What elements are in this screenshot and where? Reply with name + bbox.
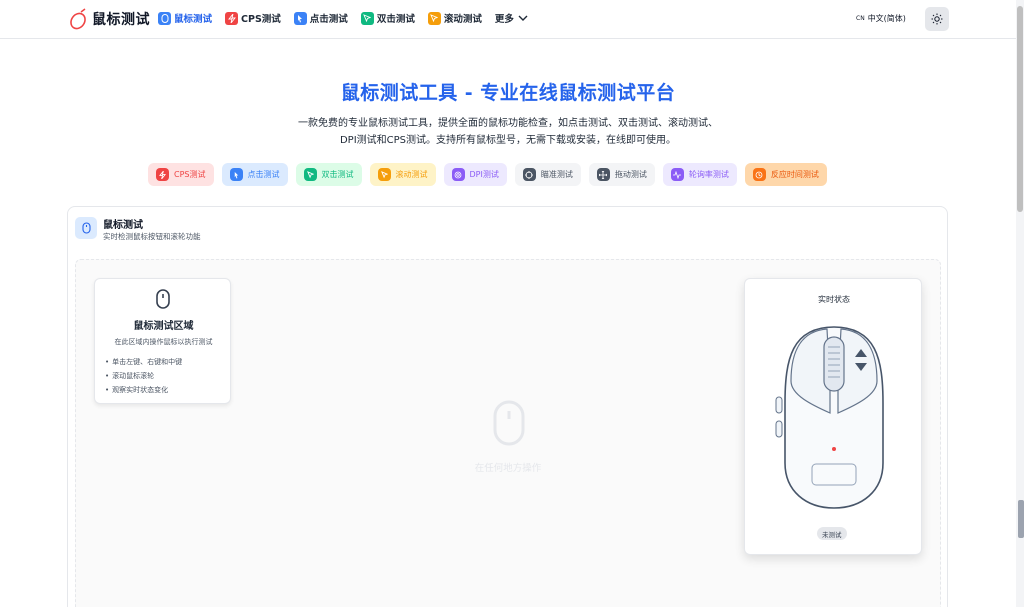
- mouse-test-card: 鼠标测试 实时检测鼠标按钮和滚轮功能 鼠标测试区域 在此区域内操作鼠标以执行测试…: [67, 206, 948, 607]
- pointer-icon: [293, 11, 307, 25]
- nav-label: 鼠标测试: [174, 14, 213, 25]
- site-logo[interactable]: 鼠标测试: [68, 8, 150, 30]
- page-title: 鼠标测试工具 - 专业在线鼠标测试平台: [340, 82, 676, 104]
- zap-icon: [225, 11, 239, 25]
- nav-click-test[interactable]: 点击测试: [293, 11, 348, 25]
- page-scrollbar[interactable]: [1016, 0, 1024, 607]
- chip-cps-test[interactable]: CPS测试: [148, 163, 214, 186]
- page-description: 一款免费的专业鼠标测试工具，提供全面的鼠标功能检查，如点击测试、双击测试、滚动测…: [250, 115, 766, 149]
- target-icon: [451, 168, 465, 181]
- chip-label: CPS测试: [174, 170, 206, 179]
- mouse-palm-panel: [811, 463, 857, 486]
- chip-reaction-time-test[interactable]: 反应时间测试: [744, 163, 827, 186]
- pointer-icon: [229, 168, 243, 181]
- chip-label: 滚动测试: [395, 170, 428, 179]
- scrollbar-thumb[interactable]: [1017, 6, 1023, 212]
- list-item: 观察实时状态变化: [105, 383, 182, 397]
- move-icon: [596, 168, 610, 181]
- list-item: 滚动鼠标滚轮: [105, 369, 182, 383]
- nav-double-click-test[interactable]: 双击测试: [360, 11, 415, 25]
- tool-chips: CPS测试 点击测试 双击测试 滚动测试 DPI测试 瞄准测试 拖动测试 轮询率…: [148, 163, 827, 186]
- nav-scroll-test[interactable]: 滚动测试: [427, 11, 482, 25]
- cursor-icon: [377, 168, 391, 181]
- mouse-logo-icon: [70, 8, 86, 30]
- logo-text: 鼠标测试: [92, 12, 150, 28]
- nav-label: 滚动测试: [443, 14, 482, 25]
- cursor-icon: [360, 11, 374, 25]
- nav-mouse-test[interactable]: 鼠标测试: [158, 11, 212, 25]
- status-badge: 未测试: [817, 527, 847, 540]
- chip-label: 瞄准测试: [540, 170, 573, 179]
- nav-more-dropdown[interactable]: 更多: [495, 11, 528, 25]
- live-status-panel: 实时状态 未测试: [744, 278, 922, 555]
- main-nav: 鼠标测试 CPS测试 点击测试 双击测试 滚动测试 更多: [158, 11, 528, 25]
- card-title: 鼠标测试: [103, 220, 143, 231]
- side-button-forward[interactable]: [775, 396, 783, 414]
- nav-label: 点击测试: [309, 14, 348, 25]
- activity-icon: [670, 168, 684, 181]
- language-label: 中文(简体): [867, 14, 906, 23]
- nav-cps-test[interactable]: CPS测试: [225, 11, 281, 25]
- nav-more-label: 更多: [494, 14, 514, 25]
- description-line: DPI测试和CPS测试。支持所有鼠标型号，无需下载或安装，在线即可使用。: [339, 135, 677, 146]
- chip-drag-test[interactable]: 拖动测试: [588, 163, 655, 186]
- chevron-down-icon: [518, 15, 528, 21]
- mouse-icon: [158, 11, 171, 25]
- scroll-wheel[interactable]: [823, 336, 845, 392]
- list-item: 单击左键、右键和中键: [105, 355, 182, 369]
- top-navbar: 鼠标测试 鼠标测试 CPS测试 点击测试 双击测试 滚动测试 更多 CN 中文(…: [0, 0, 1016, 39]
- mouse-icon: [156, 289, 170, 309]
- side-button-back[interactable]: [775, 420, 783, 438]
- description-line: 一款免费的专业鼠标测试工具，提供全面的鼠标功能检查，如点击测试、双击测试、滚动测…: [298, 118, 718, 129]
- status-title: 实时状态: [818, 295, 850, 304]
- side-tab[interactable]: [1018, 500, 1024, 538]
- card-subtitle: 实时检测鼠标按钮和滚轮功能: [103, 232, 201, 241]
- cursor-icon: [427, 11, 441, 25]
- info-subtitle: 在此区域内操作鼠标以执行测试: [114, 338, 213, 346]
- chip-label: DPI测试: [469, 170, 499, 179]
- placeholder-text: 在任何地方操作: [474, 463, 542, 474]
- chip-label: 反应时间测试: [770, 170, 819, 179]
- theme-toggle-button[interactable]: [925, 7, 949, 31]
- chip-label: 轮询率测试: [688, 170, 729, 179]
- chip-label: 点击测试: [247, 170, 280, 179]
- chip-click-test[interactable]: 点击测试: [221, 163, 288, 186]
- chip-label: 双击测试: [321, 170, 354, 179]
- nav-label: 双击测试: [376, 14, 415, 25]
- clock-icon: [752, 168, 766, 181]
- nav-label: CPS测试: [241, 14, 281, 25]
- status-led: [832, 447, 836, 451]
- chip-dpi-test[interactable]: DPI测试: [443, 163, 507, 186]
- chip-aim-test[interactable]: 瞄准测试: [514, 163, 581, 186]
- mouse-icon: [75, 217, 97, 239]
- chip-label: 拖动测试: [614, 170, 647, 179]
- zap-icon: [156, 168, 169, 181]
- mouse-placeholder-icon: [493, 400, 525, 446]
- info-list: 单击左键、右键和中键 滚动鼠标滚轮 观察实时状态变化: [105, 355, 182, 397]
- chip-double-click-test[interactable]: 双击测试: [295, 163, 362, 186]
- cursor-icon: [303, 168, 317, 181]
- sun-icon: [931, 13, 943, 25]
- mouse-diagram: [775, 326, 884, 509]
- chip-polling-rate-test[interactable]: 轮询率测试: [662, 163, 737, 186]
- chip-scroll-test[interactable]: 滚动测试: [369, 163, 436, 186]
- flag-cn-icon: CN: [856, 15, 865, 22]
- info-title: 鼠标测试区域: [133, 321, 194, 332]
- test-area-info-box: 鼠标测试区域 在此区域内操作鼠标以执行测试 单击左键、右键和中键 滚动鼠标滚轮 …: [94, 278, 231, 404]
- crosshair-icon: [522, 168, 536, 181]
- language-selector[interactable]: CN 中文(简体): [856, 13, 906, 24]
